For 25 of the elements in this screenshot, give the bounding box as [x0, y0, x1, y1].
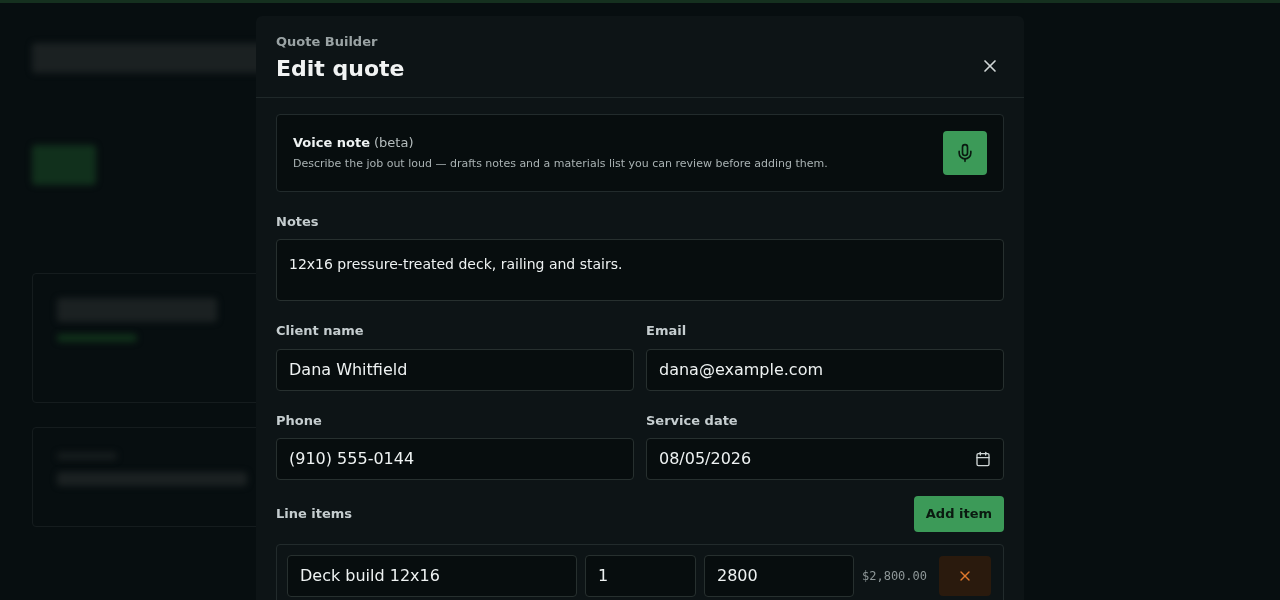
field-label: Service date — [646, 411, 739, 430]
beta-label: (beta) — [374, 133, 414, 152]
voice-note-description: Describe the job out loud — drafts notes and a materials list you can review before adding them. — [293, 156, 828, 172]
microphone-icon[interactable] — [955, 142, 975, 163]
notes-label: Notes — [276, 212, 320, 231]
dialog-eyebrow: Quote Builder — [276, 33, 379, 51]
line-total: $2,800.00 — [862, 568, 928, 584]
input-field[interactable]: (910) 555-0144 — [276, 438, 634, 480]
field-label: Phone — [276, 411, 323, 430]
dialog-title: Edit quote — [276, 54, 405, 83]
line-items-label: Line items — [276, 505, 353, 524]
field-label: Client name — [276, 322, 365, 340]
microphone-button[interactable] — [943, 130, 987, 175]
quantity-field[interactable]: 1 — [585, 555, 696, 597]
voice-note-title: Voice note — [293, 133, 370, 152]
description-field[interactable]: Deck build 12x16 — [287, 555, 577, 597]
input-field[interactable]: dana@example.com — [646, 348, 1004, 391]
input-field[interactable]: Dana Whitfield — [276, 348, 634, 391]
field-label: Email — [646, 322, 688, 340]
calendar-icon[interactable] — [975, 451, 991, 467]
notes-textarea[interactable]: 12x16 pressure-treated deck, railing and stairs. — [276, 239, 1004, 301]
price-field[interactable]: 2800 — [704, 555, 854, 597]
date-field[interactable]: 08/05/2026 — [646, 438, 1004, 480]
add-item-button[interactable]: Add item — [913, 496, 1004, 532]
remove-item-button[interactable] — [939, 556, 992, 596]
